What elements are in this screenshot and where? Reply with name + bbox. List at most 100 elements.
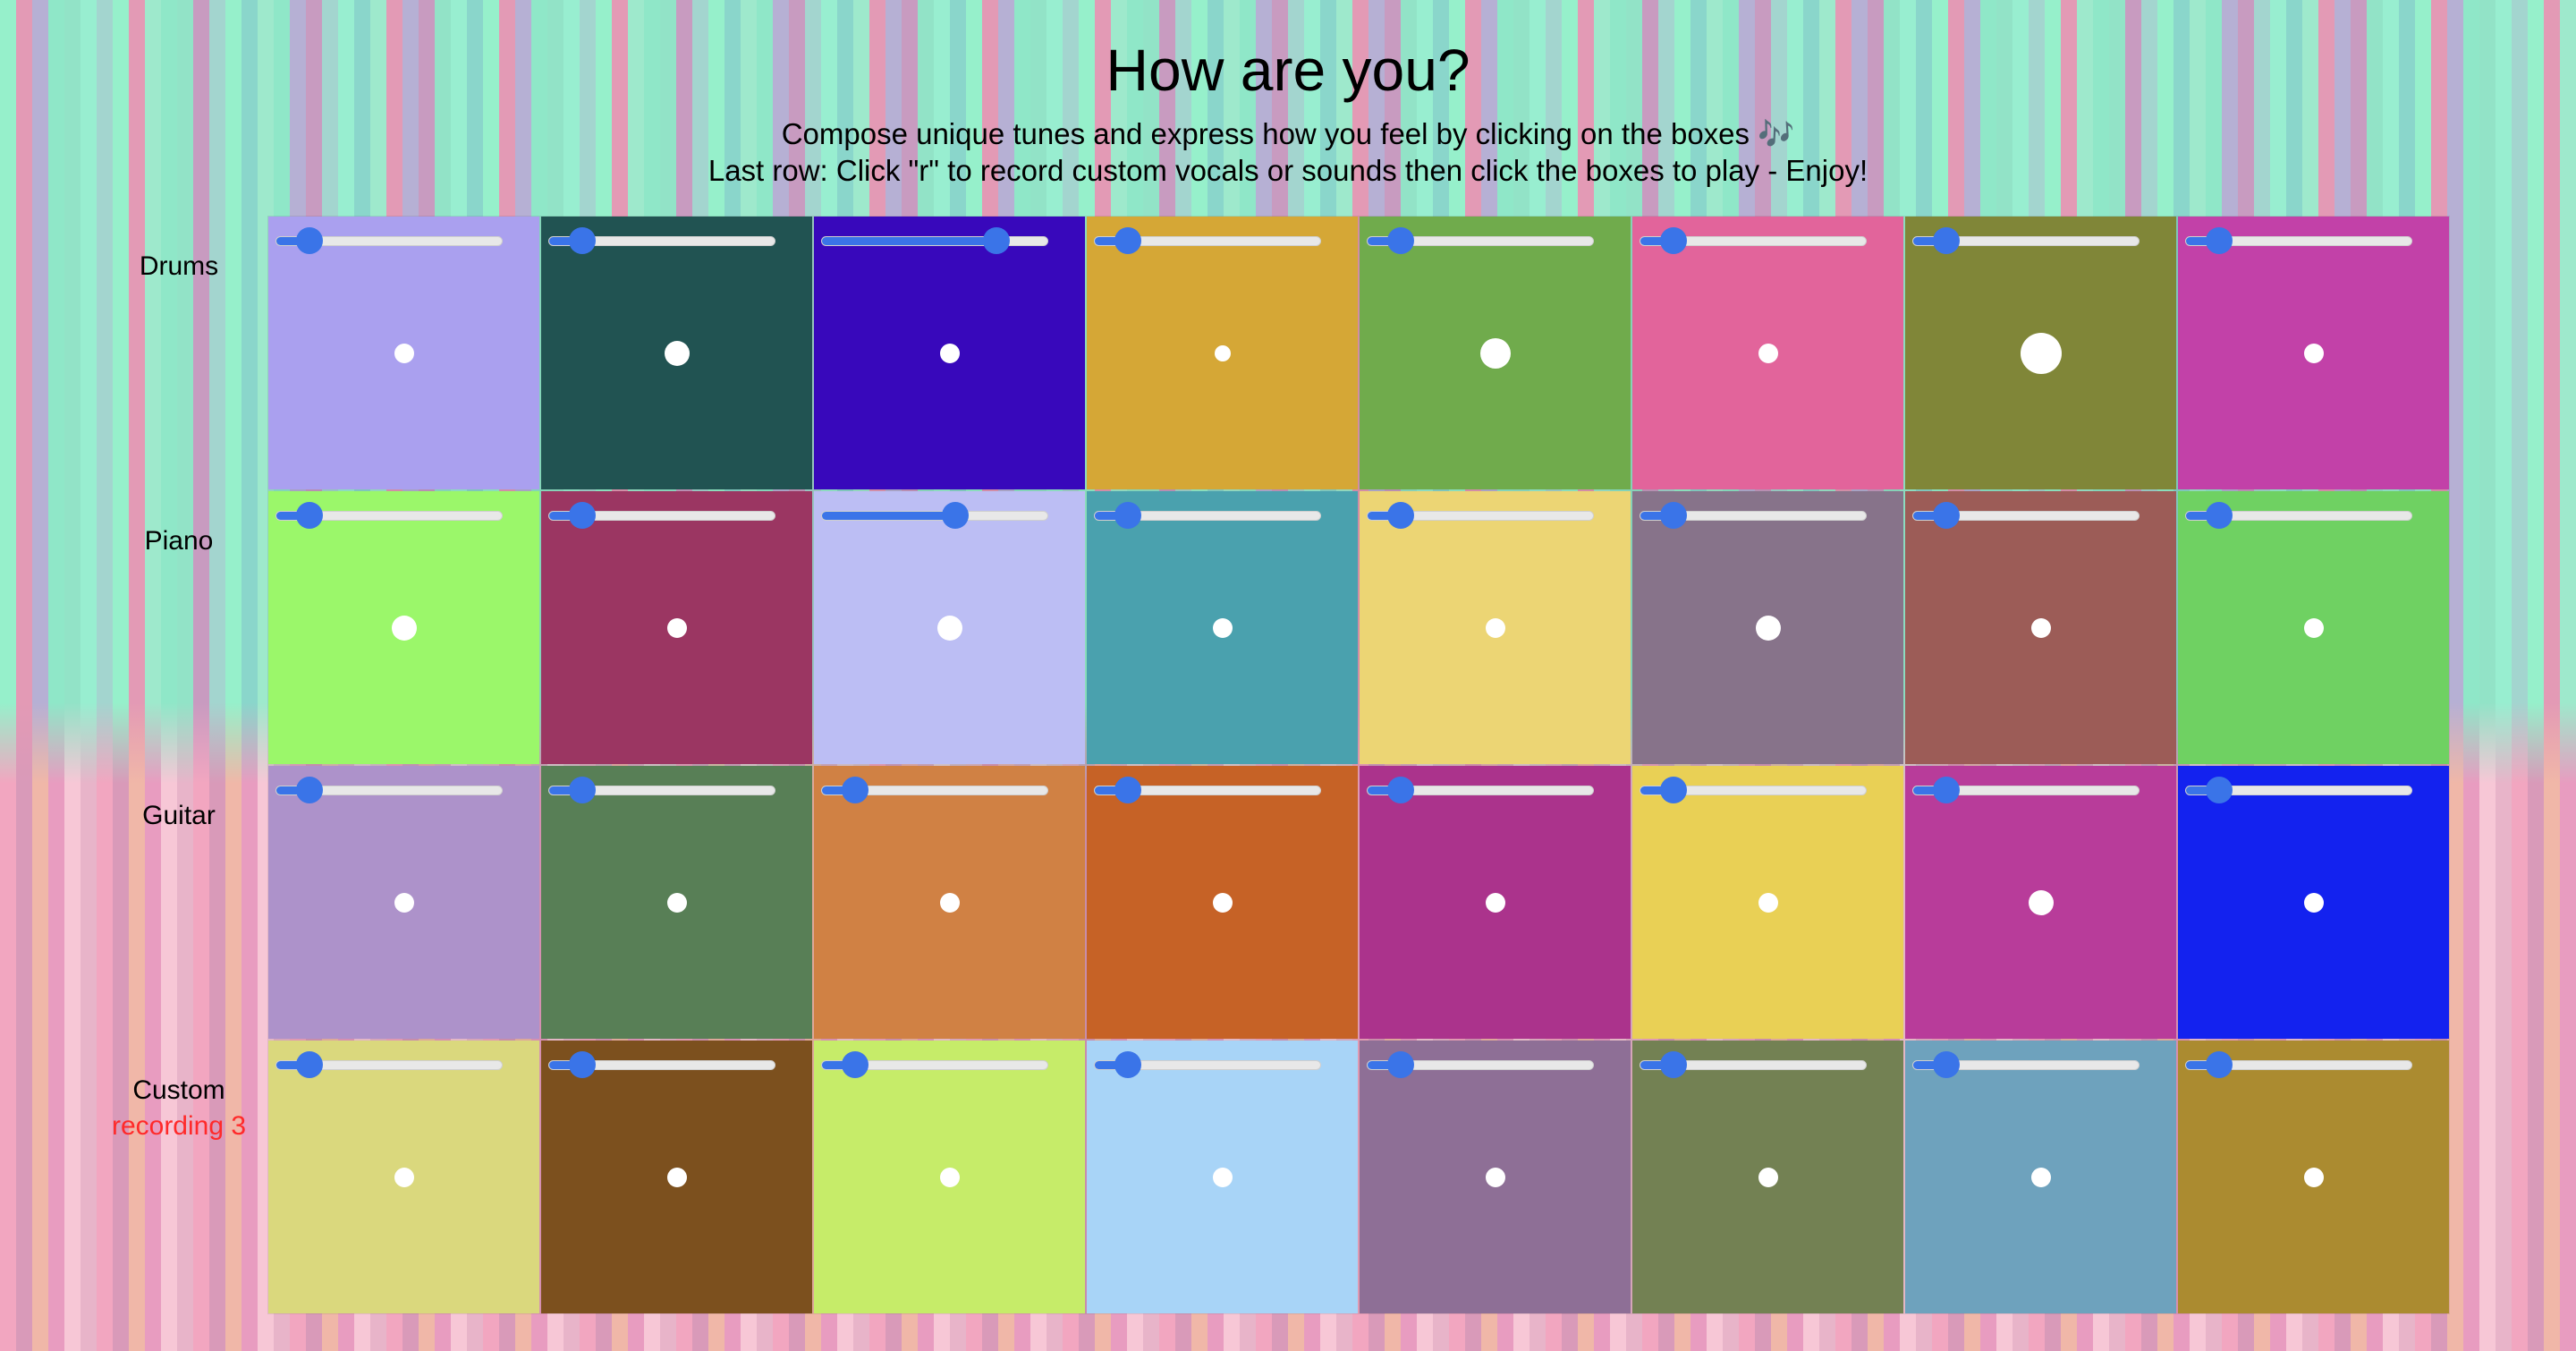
volume-slider[interactable] [1367,227,1594,254]
volume-slider[interactable] [1912,777,2140,803]
sound-box-drums-2[interactable] [541,217,812,489]
slider-thumb[interactable] [569,227,597,254]
slider-thumb[interactable] [2206,777,2233,803]
slider-thumb[interactable] [1114,227,1142,254]
slider-thumb[interactable] [1660,777,1688,803]
slider-fill [822,237,996,245]
sound-box-custom-6[interactable] [1632,1041,1903,1313]
sound-box-custom-1[interactable] [268,1041,539,1313]
sound-box-drums-8[interactable] [2178,217,2449,489]
slider-thumb[interactable] [1933,502,1961,529]
sound-box-piano-1[interactable] [268,491,539,764]
slider-thumb[interactable] [1660,227,1688,254]
volume-slider[interactable] [1912,227,2140,254]
sound-box-piano-2[interactable] [541,491,812,764]
sound-box-guitar-7[interactable] [1905,766,2176,1039]
slider-thumb[interactable] [2206,227,2233,254]
slider-thumb[interactable] [569,777,597,803]
volume-slider[interactable] [548,1051,775,1078]
sound-box-custom-2[interactable] [541,1041,812,1313]
volume-slider[interactable] [1912,502,2140,529]
slider-thumb[interactable] [941,502,969,529]
slider-track [821,511,1048,521]
volume-slider[interactable] [1367,1051,1594,1078]
sound-box-custom-7[interactable] [1905,1041,2176,1313]
sound-box-drums-5[interactable] [1360,217,1631,489]
sound-box-drums-3[interactable] [814,217,1085,489]
volume-slider[interactable] [821,502,1048,529]
volume-slider[interactable] [821,777,1048,803]
slider-thumb[interactable] [296,1051,324,1078]
sound-box-guitar-4[interactable] [1087,766,1358,1039]
volume-slider[interactable] [1094,1051,1321,1078]
slider-thumb[interactable] [1933,227,1961,254]
sound-box-piano-4[interactable] [1087,491,1358,764]
slider-thumb[interactable] [569,502,597,529]
volume-slider[interactable] [1094,777,1321,803]
sound-box-guitar-2[interactable] [541,766,812,1039]
volume-slider[interactable] [1367,502,1594,529]
volume-slider[interactable] [275,1051,503,1078]
volume-slider[interactable] [275,227,503,254]
volume-slider[interactable] [548,502,775,529]
volume-slider[interactable] [1094,502,1321,529]
sound-box-guitar-5[interactable] [1360,766,1631,1039]
slider-thumb[interactable] [1114,502,1142,529]
volume-slider[interactable] [2185,777,2412,803]
sound-box-custom-3[interactable] [814,1041,1085,1313]
volume-slider[interactable] [275,777,503,803]
volume-slider[interactable] [821,227,1048,254]
slider-thumb[interactable] [1114,777,1142,803]
sound-box-guitar-1[interactable] [268,766,539,1039]
sound-box-custom-5[interactable] [1360,1041,1631,1313]
volume-slider[interactable] [1094,227,1321,254]
volume-slider[interactable] [1640,777,1867,803]
volume-slider[interactable] [821,1051,1048,1078]
slider-thumb[interactable] [569,1051,597,1078]
slider-thumb[interactable] [296,227,324,254]
sound-box-piano-5[interactable] [1360,491,1631,764]
volume-slider[interactable] [2185,227,2412,254]
slider-thumb[interactable] [1387,777,1415,803]
slider-thumb[interactable] [1660,1051,1688,1078]
volume-slider[interactable] [1640,1051,1867,1078]
slider-thumb[interactable] [1387,1051,1415,1078]
slider-thumb[interactable] [2206,1051,2233,1078]
sound-box-drums-1[interactable] [268,217,539,489]
sound-box-custom-8[interactable] [2178,1041,2449,1313]
volume-slider[interactable] [2185,502,2412,529]
slider-thumb[interactable] [296,502,324,529]
sound-box-guitar-3[interactable] [814,766,1085,1039]
sound-box-guitar-8[interactable] [2178,766,2449,1039]
sound-box-drums-6[interactable] [1632,217,1903,489]
slider-thumb[interactable] [296,777,324,803]
slider-thumb[interactable] [2206,502,2233,529]
slider-thumb[interactable] [1387,502,1415,529]
volume-slider[interactable] [275,502,503,529]
volume-slider[interactable] [1640,502,1867,529]
sound-box-piano-7[interactable] [1905,491,2176,764]
sound-box-drums-7[interactable] [1905,217,2176,489]
sound-box-piano-3[interactable] [814,491,1085,764]
sound-box-guitar-6[interactable] [1632,766,1903,1039]
slider-thumb[interactable] [1114,1051,1142,1078]
sound-box-piano-8[interactable] [2178,491,2449,764]
slider-thumb[interactable] [1933,1051,1961,1078]
volume-slider[interactable] [1640,227,1867,254]
sound-box-custom-4[interactable] [1087,1041,1358,1313]
sound-box-drums-4[interactable] [1087,217,1358,489]
volume-slider[interactable] [548,777,775,803]
slider-thumb[interactable] [1933,777,1961,803]
slider-thumb[interactable] [982,227,1010,254]
pulse-dot-icon [1485,892,1505,913]
slider-thumb[interactable] [1660,502,1688,529]
slider-thumb[interactable] [1387,227,1415,254]
slider-thumb[interactable] [842,777,869,803]
volume-slider[interactable] [2185,1051,2412,1078]
pulse-dot-icon [394,343,414,363]
sound-box-piano-6[interactable] [1632,491,1903,764]
volume-slider[interactable] [548,227,775,254]
slider-thumb[interactable] [842,1051,869,1078]
volume-slider[interactable] [1367,777,1594,803]
volume-slider[interactable] [1912,1051,2140,1078]
